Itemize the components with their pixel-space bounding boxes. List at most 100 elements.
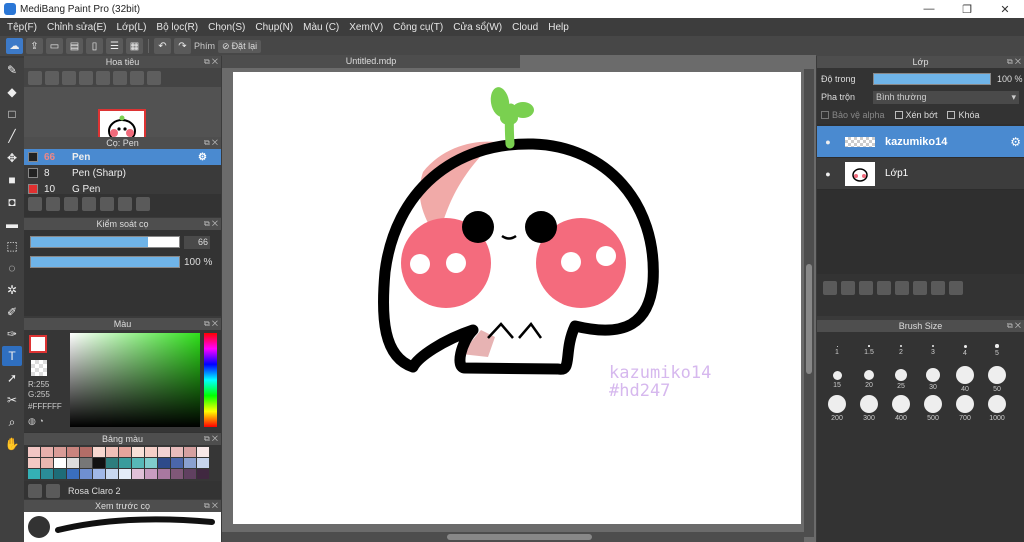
brush-item[interactable]: 10 G Pen (24, 181, 221, 194)
palette-swatch[interactable] (67, 447, 79, 457)
opacity-slider[interactable] (30, 256, 180, 268)
text-panel-icon[interactable]: ▤ (66, 38, 83, 54)
rotate-left-icon[interactable] (96, 71, 110, 85)
palette-swatch[interactable] (54, 458, 66, 468)
line-tool-icon[interactable]: ╱ (2, 126, 22, 146)
alpha-protect-checkbox[interactable]: Bảo vệ alpha (821, 110, 885, 120)
palette-swatch[interactable] (28, 458, 40, 468)
menu-window[interactable]: Cửa sổ(W) (448, 22, 507, 33)
palette-swatch[interactable] (93, 458, 105, 468)
add-brush-icon[interactable] (64, 197, 78, 211)
new-palette-icon[interactable] (28, 484, 42, 498)
bucket-tool-icon[interactable]: ◘ (2, 192, 22, 212)
brush-size-option[interactable]: 2 (885, 336, 917, 365)
palette-swatch[interactable] (158, 447, 170, 457)
palette-swatch[interactable] (93, 469, 105, 479)
move-tool-icon[interactable]: ✥ (2, 148, 22, 168)
palette-swatch[interactable] (80, 469, 92, 479)
palette-swatch[interactable] (119, 469, 131, 479)
palette-swatch[interactable] (184, 469, 196, 479)
menu-view[interactable]: Xem(V) (344, 22, 388, 33)
new-layer-icon[interactable] (823, 281, 837, 295)
color-options-icon[interactable]: ◍ ◔ (28, 416, 44, 427)
palette-swatch[interactable] (171, 447, 183, 457)
panel-controls-icon[interactable]: ⧉ ✕ (1007, 320, 1021, 332)
page-icon[interactable]: ▯ (86, 38, 103, 54)
new-halftone-layer-icon[interactable] (841, 281, 855, 295)
zoom-out-icon[interactable] (45, 71, 59, 85)
menu-snap[interactable]: Chụp(N) (250, 22, 298, 33)
add-layer-menu-icon[interactable] (877, 281, 891, 295)
duplicate-icon[interactable] (118, 197, 132, 211)
reset-button[interactable]: ⊘ Đặt lại (218, 39, 262, 53)
canvas-tab[interactable]: Untitled.mdp (222, 55, 520, 68)
palette-swatch[interactable] (80, 447, 92, 457)
palette-swatch[interactable] (145, 469, 157, 479)
palette-swatch[interactable] (28, 469, 40, 479)
palette-swatch[interactable] (54, 447, 66, 457)
horizontal-scrollbar-thumb[interactable] (447, 534, 592, 540)
panel-controls-icon[interactable]: ⧉ ✕ (204, 318, 218, 330)
palette-swatch[interactable] (54, 469, 66, 479)
maximize-button[interactable]: ❐ (948, 3, 986, 16)
brush-size-option[interactable]: 40 (949, 365, 981, 394)
palette-swatch[interactable] (171, 469, 183, 479)
palette-swatch[interactable] (158, 458, 170, 468)
new-brush-icon[interactable] (46, 197, 60, 211)
palette-name[interactable]: Rosa Claro 2 (68, 486, 121, 496)
flip-icon[interactable] (147, 71, 161, 85)
palette-swatch[interactable] (106, 469, 118, 479)
palette-swatch[interactable] (106, 447, 118, 457)
operation-tool-icon[interactable]: ➚ (2, 368, 22, 388)
layer-folder-icon[interactable] (895, 281, 909, 295)
select-eraser-tool-icon[interactable]: ✑ (2, 324, 22, 344)
delete-icon[interactable] (136, 197, 150, 211)
brush-size-option[interactable]: 20 (853, 365, 885, 394)
palette-swatch[interactable] (145, 447, 157, 457)
duplicate-layer-icon[interactable] (913, 281, 927, 295)
brush-size-option[interactable]: 500 (917, 394, 949, 423)
transparent-color-swatch[interactable] (31, 360, 47, 376)
hue-slider[interactable] (204, 333, 217, 427)
brush-size-option[interactable]: 25 (885, 365, 917, 394)
redo-icon[interactable]: ↷ (174, 38, 191, 54)
actual-size-icon[interactable] (79, 71, 93, 85)
merge-layer-icon[interactable] (931, 281, 945, 295)
palette-swatch[interactable] (197, 469, 209, 479)
panel-controls-icon[interactable]: ⧉ ✕ (204, 218, 218, 230)
new-8bit-layer-icon[interactable] (859, 281, 873, 295)
palette-swatch[interactable] (106, 458, 118, 468)
palette-swatch[interactable] (67, 458, 79, 468)
brush-size-option[interactable]: 1000 (981, 394, 1013, 423)
brush-size-option[interactable]: 3 (917, 336, 949, 365)
brush-item[interactable]: 8 Pen (Sharp) (24, 165, 221, 181)
lasso-tool-icon[interactable]: ◌ (2, 258, 22, 278)
brush-size-option[interactable]: 1 (821, 336, 853, 365)
lock-checkbox[interactable]: Khóa (947, 110, 980, 120)
brush-item[interactable]: 66 Pen ⚙ (24, 149, 221, 165)
brush-size-option[interactable]: 5 (981, 336, 1013, 365)
palette-swatch[interactable] (171, 458, 183, 468)
palette-swatch[interactable] (184, 458, 196, 468)
clipping-checkbox[interactable]: Xén bớt (894, 110, 937, 120)
vertical-scrollbar[interactable] (804, 69, 814, 537)
palette-swatch[interactable] (184, 447, 196, 457)
panel-controls-icon[interactable]: ⧉ ✕ (204, 137, 218, 149)
menu-file[interactable]: Tệp(F) (2, 22, 42, 33)
rotate-right-icon[interactable] (130, 71, 144, 85)
brush-size-option[interactable]: 1.5 (853, 336, 885, 365)
fill-rect-tool-icon[interactable]: ■ (2, 170, 22, 190)
palette-swatch[interactable] (67, 469, 79, 479)
close-button[interactable]: ✕ (986, 3, 1024, 16)
palette-swatch[interactable] (197, 447, 209, 457)
menu-edit[interactable]: Chỉnh sửa(E) (42, 22, 112, 33)
cloud-icon[interactable]: ☁ (6, 38, 23, 54)
menu-color[interactable]: Màu (C) (298, 22, 344, 33)
list-icon[interactable]: ☰ (106, 38, 123, 54)
hand-tool-icon[interactable]: ✋ (2, 434, 22, 454)
brush-size-option[interactable]: 30 (917, 365, 949, 394)
gradient-tool-icon[interactable]: ▬ (2, 214, 22, 234)
size-slider[interactable] (30, 236, 180, 248)
grid-icon[interactable]: ▦ (126, 38, 143, 54)
delete-layer-icon[interactable] (949, 281, 963, 295)
